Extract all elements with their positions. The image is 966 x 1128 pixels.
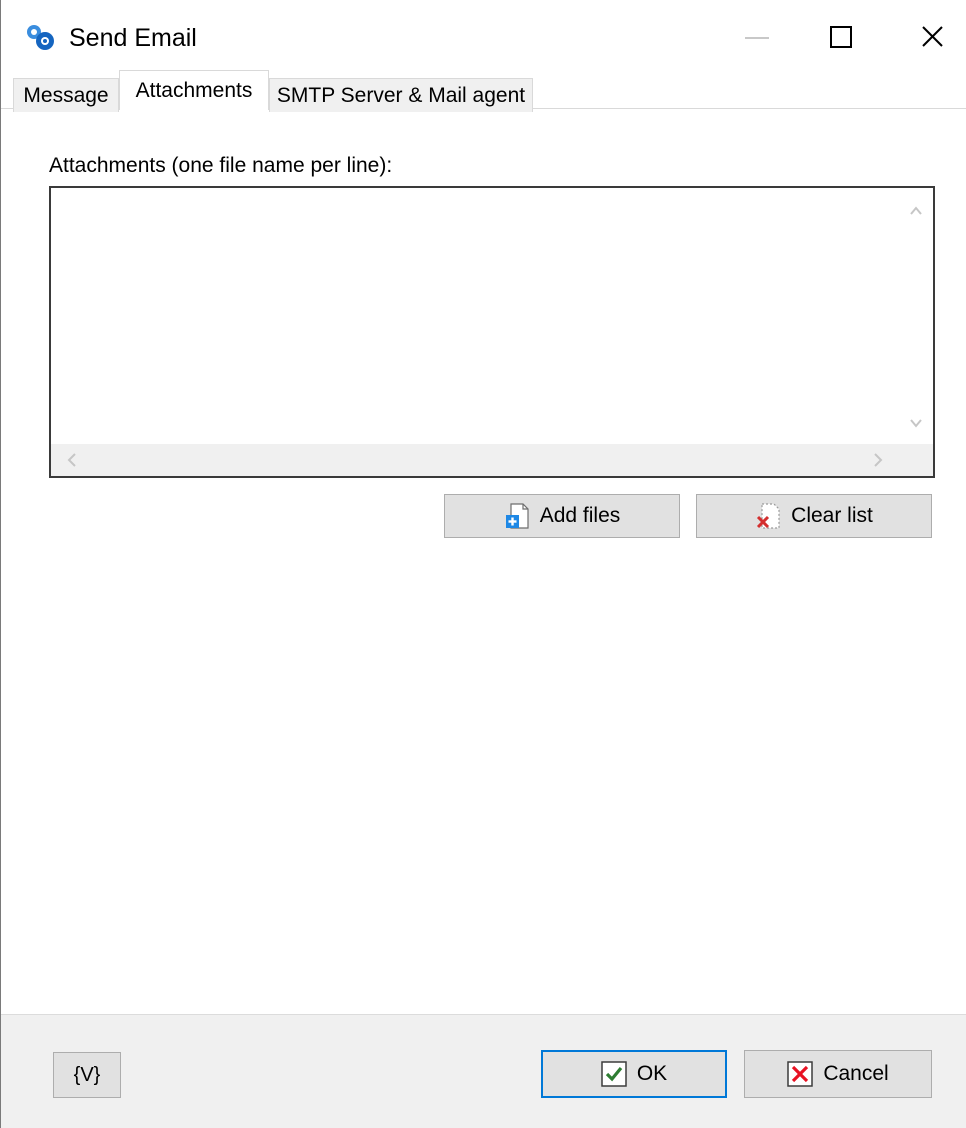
clear-list-icon	[755, 502, 783, 530]
scroll-right-icon[interactable]	[863, 444, 893, 476]
maximize-icon	[830, 26, 852, 48]
tab-message[interactable]: Message	[13, 78, 119, 112]
window-title: Send Email	[69, 24, 197, 52]
add-file-icon	[504, 502, 532, 530]
horizontal-scrollbar[interactable]	[51, 444, 899, 476]
close-button[interactable]	[891, 0, 966, 72]
scroll-down-icon[interactable]	[899, 410, 933, 440]
scrollbar-corner	[899, 444, 933, 476]
close-icon	[922, 26, 943, 47]
cancel-label: Cancel	[823, 1062, 889, 1085]
send-email-dialog: Send Email Message Attachments SMTP Serv…	[0, 0, 966, 1128]
add-files-button[interactable]: Add files	[444, 494, 680, 538]
vertical-scrollbar[interactable]	[899, 188, 933, 444]
cancel-x-icon	[787, 1061, 814, 1087]
minimize-button[interactable]	[707, 0, 799, 72]
clear-list-label: Clear list	[791, 504, 873, 527]
variables-button[interactable]: {V}	[53, 1052, 121, 1098]
add-files-label: Add files	[539, 504, 621, 527]
ok-button[interactable]: OK	[541, 1050, 727, 1098]
maximize-button[interactable]	[799, 0, 891, 72]
tab-attachments[interactable]: Attachments	[119, 70, 269, 110]
minimize-icon	[745, 37, 769, 39]
tab-smtp-server[interactable]: SMTP Server & Mail agent	[269, 78, 533, 112]
scroll-up-icon[interactable]	[899, 194, 933, 224]
scroll-left-icon[interactable]	[57, 444, 87, 476]
gears-icon	[23, 22, 57, 52]
clear-list-button[interactable]: Clear list	[696, 494, 932, 538]
variables-label: {V}	[73, 1063, 101, 1086]
attachments-label: Attachments (one file name per line):	[49, 154, 393, 177]
attachments-textarea[interactable]	[49, 186, 935, 478]
cancel-button[interactable]: Cancel	[744, 1050, 932, 1098]
ok-label: OK	[636, 1062, 668, 1085]
checkmark-icon	[601, 1061, 627, 1087]
title-bar[interactable]: Send Email	[1, 0, 966, 72]
